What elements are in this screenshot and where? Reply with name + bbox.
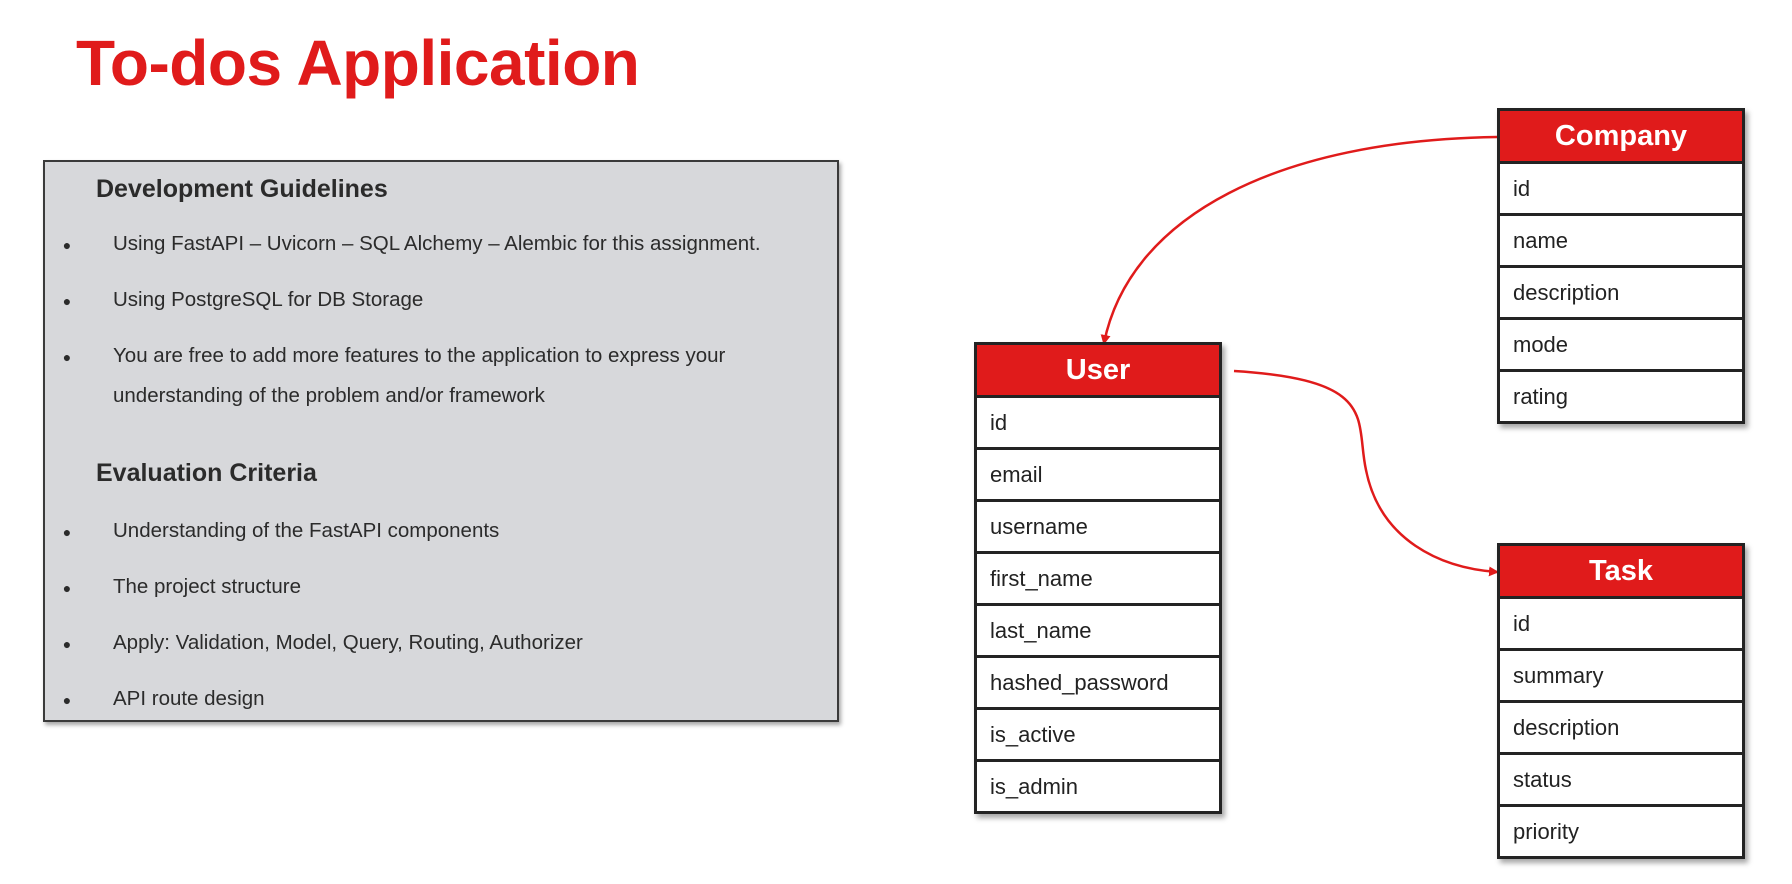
task-entity-table: Task id summary description status prior… xyxy=(1497,543,1745,859)
entity-title-company: Company xyxy=(1500,111,1742,164)
company-entity-table: Company id name description mode rating xyxy=(1497,108,1745,424)
field-is-active: is_active xyxy=(977,710,1219,762)
field-id: id xyxy=(1500,599,1742,651)
field-status: status xyxy=(1500,755,1742,807)
field-description: description xyxy=(1500,703,1742,755)
user-to-task-arrow xyxy=(1233,369,1499,577)
field-priority: priority xyxy=(1513,819,1580,844)
field-description: description xyxy=(1500,268,1742,320)
field-username: username xyxy=(977,502,1219,554)
entity-title-task: Task xyxy=(1500,546,1742,599)
field-last-name: last_name xyxy=(977,606,1219,658)
field-first-name: first_name xyxy=(977,554,1219,606)
field-name: name xyxy=(1500,216,1742,268)
user-entity-table: User id email username first_name last_n… xyxy=(974,342,1222,814)
field-mode: mode xyxy=(1500,320,1742,372)
company-to-user-arrow xyxy=(1100,135,1498,345)
field-is-admin: is_admin xyxy=(990,774,1079,799)
field-hashed-password: hashed_password xyxy=(977,658,1219,710)
entity-title-user: User xyxy=(977,345,1219,398)
field-id: id xyxy=(977,398,1219,450)
field-summary: summary xyxy=(1500,651,1742,703)
field-email: email xyxy=(977,450,1219,502)
field-id: id xyxy=(1500,164,1742,216)
field-rating: rating xyxy=(1513,384,1569,409)
